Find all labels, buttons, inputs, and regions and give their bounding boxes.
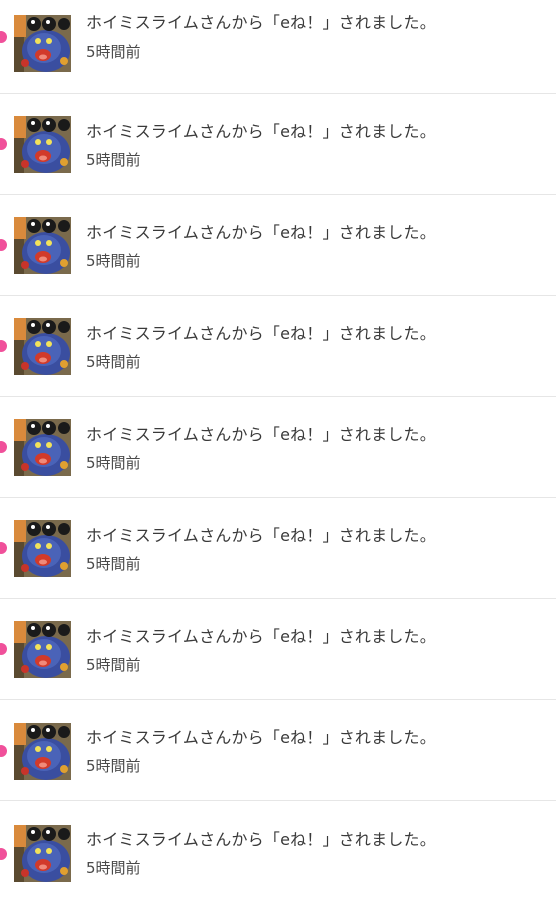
notification-time: 5時間前 — [86, 859, 141, 877]
avatar-icon[interactable] — [14, 217, 71, 274]
notification-time: 5時間前 — [86, 656, 141, 674]
notification-item[interactable]: ホイミスライムさんから「eね！」されました。 5時間前 — [0, 397, 556, 498]
avatar-icon[interactable] — [14, 15, 71, 72]
avatar-icon[interactable] — [14, 116, 71, 173]
notification-list: ホイミスライムさんから「eね！」されました。 5時間前 ホイミスライムさんから「… — [0, 0, 556, 900]
unread-dot — [0, 31, 7, 43]
unread-dot — [0, 848, 7, 860]
notification-message: ホイミスライムさんから「eね！」されました。 — [86, 830, 436, 849]
notification-message: ホイミスライムさんから「eね！」されました。 — [86, 324, 436, 343]
avatar-icon[interactable] — [14, 723, 71, 780]
notification-item[interactable]: ホイミスライムさんから「eね！」されました。 5時間前 — [0, 94, 556, 195]
notification-message: ホイミスライムさんから「eね！」されました。 — [86, 223, 436, 242]
unread-dot — [0, 340, 7, 352]
notification-item[interactable]: ホイミスライムさんから「eね！」されました。 5時間前 — [0, 599, 556, 700]
notification-item[interactable]: ホイミスライムさんから「eね！」されました。 5時間前 — [0, 296, 556, 397]
notification-message: ホイミスライムさんから「eね！」されました。 — [86, 13, 436, 32]
avatar-icon[interactable] — [14, 621, 71, 678]
notification-time: 5時間前 — [86, 353, 141, 371]
avatar-icon[interactable] — [14, 825, 71, 882]
notification-time: 5時間前 — [86, 555, 141, 573]
notification-item[interactable]: ホイミスライムさんから「eね！」されました。 5時間前 — [0, 195, 556, 296]
notification-message: ホイミスライムさんから「eね！」されました。 — [86, 728, 436, 747]
unread-dot — [0, 745, 7, 757]
notification-item[interactable]: ホイミスライムさんから「eね！」されました。 5時間前 — [0, 498, 556, 599]
avatar-icon[interactable] — [14, 419, 71, 476]
notification-item[interactable]: ホイミスライムさんから「eね！」されました。 5時間前 — [0, 802, 556, 903]
unread-dot — [0, 441, 7, 453]
unread-dot — [0, 239, 7, 251]
notification-time: 5時間前 — [86, 757, 141, 775]
notification-time: 5時間前 — [86, 151, 141, 169]
unread-dot — [0, 643, 7, 655]
notification-message: ホイミスライムさんから「eね！」されました。 — [86, 425, 436, 444]
notification-time: 5時間前 — [86, 454, 141, 472]
avatar-icon[interactable] — [14, 318, 71, 375]
notification-message: ホイミスライムさんから「eね！」されました。 — [86, 122, 436, 141]
notification-time: 5時間前 — [86, 252, 141, 270]
notification-item[interactable]: ホイミスライムさんから「eね！」されました。 5時間前 — [0, 700, 556, 801]
notification-message: ホイミスライムさんから「eね！」されました。 — [86, 526, 436, 545]
unread-dot — [0, 138, 7, 150]
notification-message: ホイミスライムさんから「eね！」されました。 — [86, 627, 436, 646]
notification-time: 5時間前 — [86, 43, 141, 61]
avatar-icon[interactable] — [14, 520, 71, 577]
unread-dot — [0, 542, 7, 554]
notification-item[interactable]: ホイミスライムさんから「eね！」されました。 5時間前 — [0, 0, 556, 94]
